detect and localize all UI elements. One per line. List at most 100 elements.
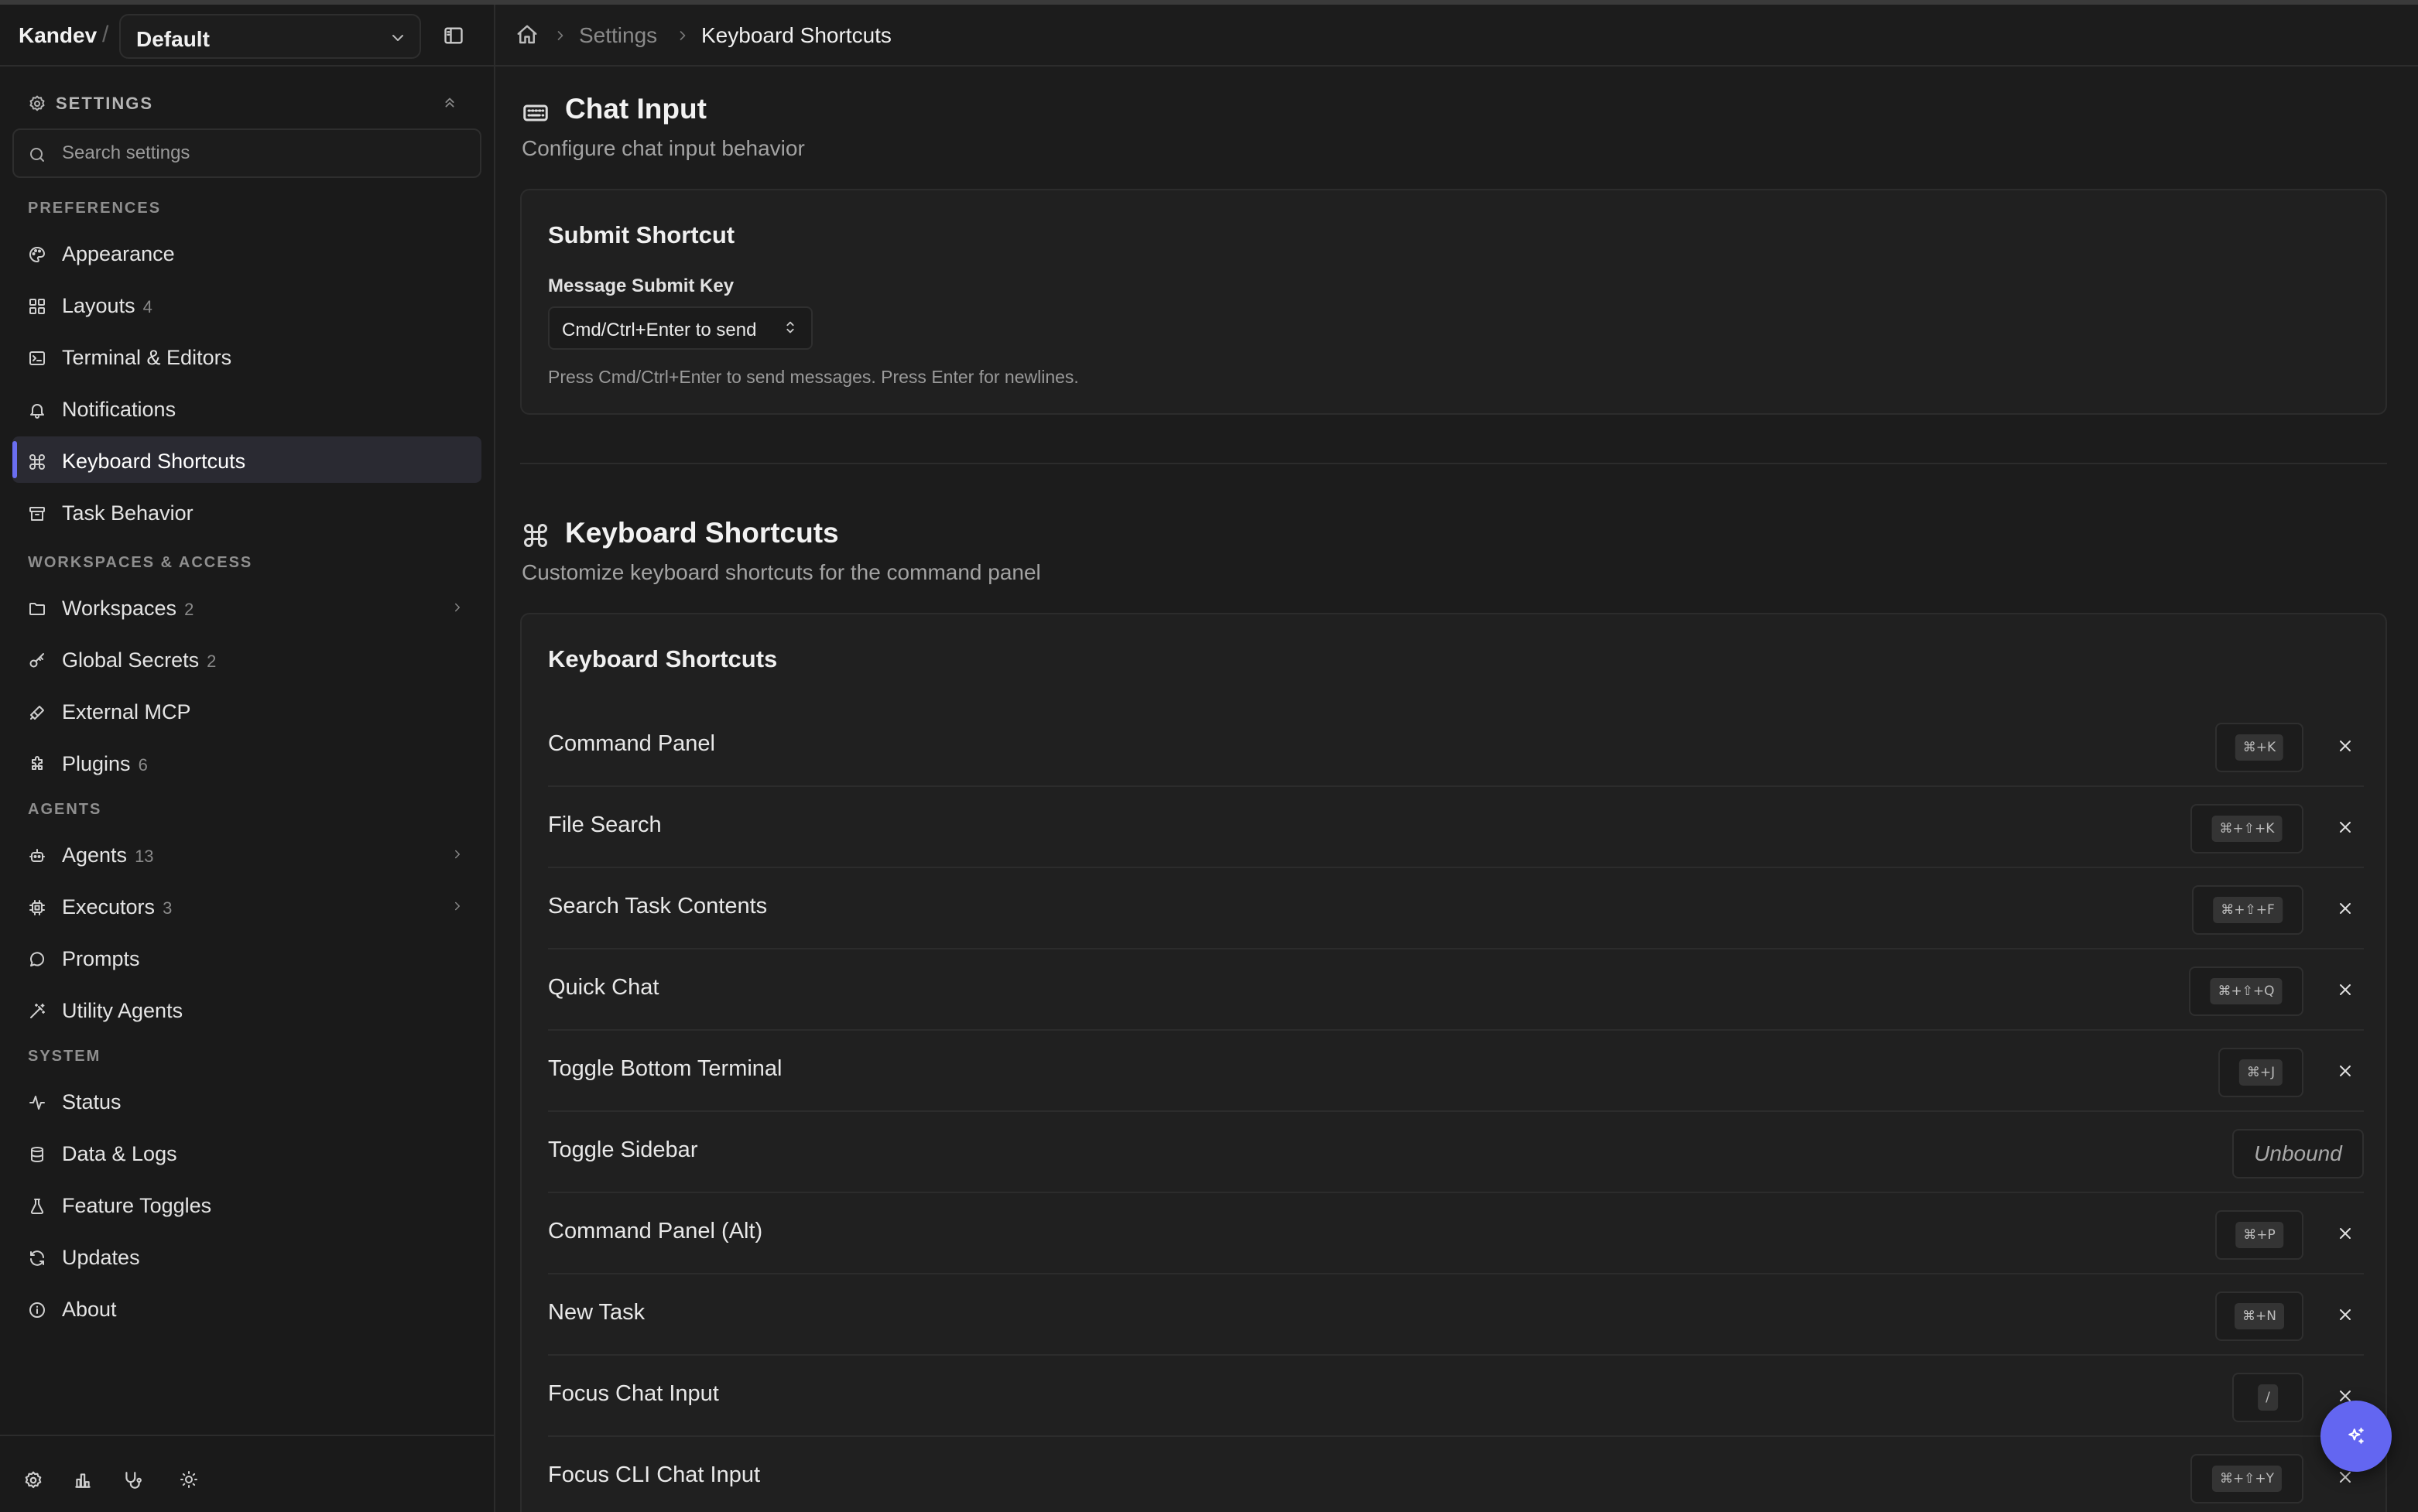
sidebar-item-label: Status: [62, 1090, 122, 1113]
sidebar-item-label: Executors 3: [62, 895, 173, 918]
shortcut-row: Focus CLI Chat Input ⌘+⇧+Y: [548, 1437, 2364, 1512]
shortcut-key-button[interactable]: ⌘+N: [2215, 1291, 2303, 1341]
shortcut-row: Toggle Bottom Terminal ⌘+J: [548, 1031, 2364, 1112]
sidebar-item-feature-toggles[interactable]: Feature Toggles: [12, 1181, 481, 1227]
key-icon: [28, 652, 46, 670]
breadcrumb-settings[interactable]: Settings: [579, 23, 657, 48]
close-icon[interactable]: [2336, 980, 2355, 999]
section-description: Customize keyboard shortcuts for the com…: [522, 560, 1041, 584]
collapse-chevron-icon[interactable]: [441, 94, 458, 111]
shortcut-key-button[interactable]: ⌘+⇧+Q: [2189, 966, 2303, 1016]
item-count: 3: [163, 898, 173, 918]
sidebar-item-notifications[interactable]: Notifications: [12, 385, 481, 431]
sidebar-item-label: Layouts 4: [62, 294, 152, 317]
item-count: 2: [184, 600, 194, 619]
group-label-workspaces-access: WORKSPACES & ACCESS: [28, 554, 253, 571]
kbd-keys: ⌘+J: [2238, 1059, 2283, 1086]
home-icon[interactable]: [515, 23, 539, 46]
database-icon: [28, 1145, 46, 1164]
group-label-system: SYSTEM: [28, 1048, 101, 1065]
chevrons-up-down-icon: [782, 319, 799, 336]
layout-grid-icon: [28, 297, 46, 316]
sidebar-item-label: About: [62, 1298, 117, 1321]
shortcut-key-button[interactable]: ⌘+⇧+F: [2192, 885, 2303, 935]
sidebar-item-task-behavior[interactable]: Task Behavior: [12, 488, 481, 535]
kbd-keys: ⌘+⇧+Y: [2211, 1466, 2283, 1492]
shortcut-key-button[interactable]: Unbound: [2232, 1129, 2364, 1178]
shortcut-key-button[interactable]: ⌘+K: [2215, 723, 2303, 772]
sidebar-item-appearance[interactable]: Appearance: [12, 229, 481, 275]
sun-icon[interactable]: [180, 1470, 198, 1489]
shortcut-label: Focus CLI Chat Input: [548, 1462, 761, 1487]
sidebar-item-updates[interactable]: Updates: [12, 1233, 481, 1279]
ai-assistant-button[interactable]: [2320, 1401, 2392, 1472]
plug-icon: [28, 703, 46, 722]
sidebar-item-utility-agents[interactable]: Utility Agents: [12, 986, 481, 1032]
close-icon[interactable]: [2336, 1224, 2355, 1243]
select-value: Cmd/Ctrl+Enter to send: [562, 320, 757, 340]
archive-icon: [28, 505, 46, 523]
sidebar-item-agents[interactable]: Agents 13: [12, 830, 481, 877]
sidebar-item-label: Workspaces 2: [62, 597, 194, 620]
sidebar-item-prompts[interactable]: Prompts: [12, 934, 481, 980]
shortcut-row: New Task ⌘+N: [548, 1274, 2364, 1356]
item-count: 4: [142, 297, 152, 316]
workspace-select[interactable]: Default: [119, 14, 421, 59]
shortcut-key-button[interactable]: ⌘+⇧+Y: [2190, 1454, 2303, 1503]
shortcut-key-button[interactable]: ⌘+J: [2218, 1048, 2303, 1097]
shortcut-label: New Task: [548, 1300, 646, 1325]
sidebar-item-executors[interactable]: Executors 3: [12, 882, 481, 929]
sidebar-header: Kandev / Default: [0, 5, 494, 67]
keyboard-shortcuts-card: Keyboard Shortcuts Command Panel ⌘+K Fil…: [520, 613, 2387, 1512]
command-icon: [28, 453, 46, 471]
close-icon[interactable]: [2336, 1305, 2355, 1324]
breadcrumb: Settings Keyboard Shortcuts: [495, 5, 2418, 67]
close-icon[interactable]: [2336, 899, 2355, 918]
sidebar-item-terminal-editors[interactable]: Terminal & Editors: [12, 333, 481, 379]
sidebar-item-label: Updates: [62, 1246, 140, 1269]
shortcut-key-button[interactable]: ⌘+P: [2215, 1210, 2303, 1260]
bar-chart-icon[interactable]: [73, 1470, 93, 1490]
sidebar-item-label: Plugins 6: [62, 752, 148, 775]
sidebar-item-status[interactable]: Status: [12, 1077, 481, 1124]
close-icon[interactable]: [2336, 818, 2355, 836]
sidebar-item-label: Keyboard Shortcuts: [62, 450, 246, 473]
close-icon[interactable]: [2336, 737, 2355, 755]
search-input[interactable]: [62, 139, 464, 167]
sidebar-item-global-secrets[interactable]: Global Secrets 2: [12, 635, 481, 682]
sidebar-item-external-mcp[interactable]: External MCP: [12, 687, 481, 734]
shortcut-row: Focus Chat Input /: [548, 1356, 2364, 1437]
settings-section-title: SETTINGS: [56, 94, 154, 113]
sidebar-item-data-logs[interactable]: Data & Logs: [12, 1129, 481, 1175]
workspace-select-value: Default: [136, 27, 210, 51]
card-title: Submit Shortcut: [548, 221, 735, 248]
kbd-keys: ⌘+⇧+K: [2211, 816, 2283, 842]
shortcut-label: Focus Chat Input: [548, 1381, 719, 1406]
unbound-label: Unbound: [2254, 1141, 2342, 1165]
stethoscope-icon[interactable]: [122, 1470, 142, 1490]
submit-key-select[interactable]: Cmd/Ctrl+Enter to send: [548, 306, 813, 350]
sidebar-item-label: Appearance: [62, 242, 175, 265]
palette-icon: [28, 245, 46, 264]
shortcut-label: Command Panel: [548, 731, 715, 756]
settings-gear-icon[interactable]: [23, 1470, 43, 1490]
sidebar-item-keyboard-shortcuts[interactable]: Keyboard Shortcuts: [12, 436, 481, 483]
shortcut-key-button[interactable]: ⌘+⇧+K: [2190, 804, 2303, 853]
main-content: Settings Keyboard Shortcuts Chat Input C…: [495, 5, 2418, 1512]
brand-name[interactable]: Kandev: [19, 23, 97, 48]
wand-icon: [28, 1002, 46, 1021]
sidebar-item-plugins[interactable]: Plugins 6: [12, 739, 481, 785]
kbd-keys: ⌘+P: [2235, 1222, 2283, 1248]
shortcut-label: File Search: [548, 812, 662, 837]
section-description: Configure chat input behavior: [522, 136, 805, 160]
settings-search[interactable]: [12, 128, 481, 178]
info-icon: [28, 1301, 46, 1319]
sidebar-item-workspaces[interactable]: Workspaces 2: [12, 583, 481, 630]
card-title: Keyboard Shortcuts: [548, 645, 778, 672]
close-icon[interactable]: [2336, 1062, 2355, 1080]
sidebar-item-layouts[interactable]: Layouts 4: [12, 281, 481, 327]
shortcut-key-button[interactable]: /: [2232, 1373, 2303, 1422]
sidebar-item-about[interactable]: About: [12, 1285, 481, 1331]
search-icon: [28, 145, 46, 164]
toggle-sidebar-icon[interactable]: [443, 25, 464, 46]
